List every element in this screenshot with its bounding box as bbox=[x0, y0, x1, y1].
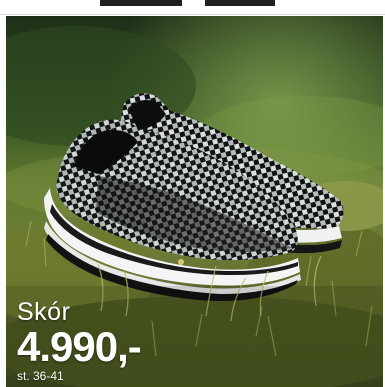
ad-panel: Skór 4.990,- st. 36-41 bbox=[0, 0, 385, 387]
product-price: 4.990,- bbox=[17, 323, 142, 370]
product-title: Skór bbox=[17, 298, 71, 326]
strip-dark-block-left bbox=[100, 0, 182, 6]
previous-ad-strip bbox=[0, 0, 385, 15]
product-sizes: st. 36-41 bbox=[17, 369, 64, 383]
strip-dark-block-right bbox=[205, 0, 275, 6]
product-caption: Skór 4.990,- st. 36-41 bbox=[17, 298, 237, 383]
